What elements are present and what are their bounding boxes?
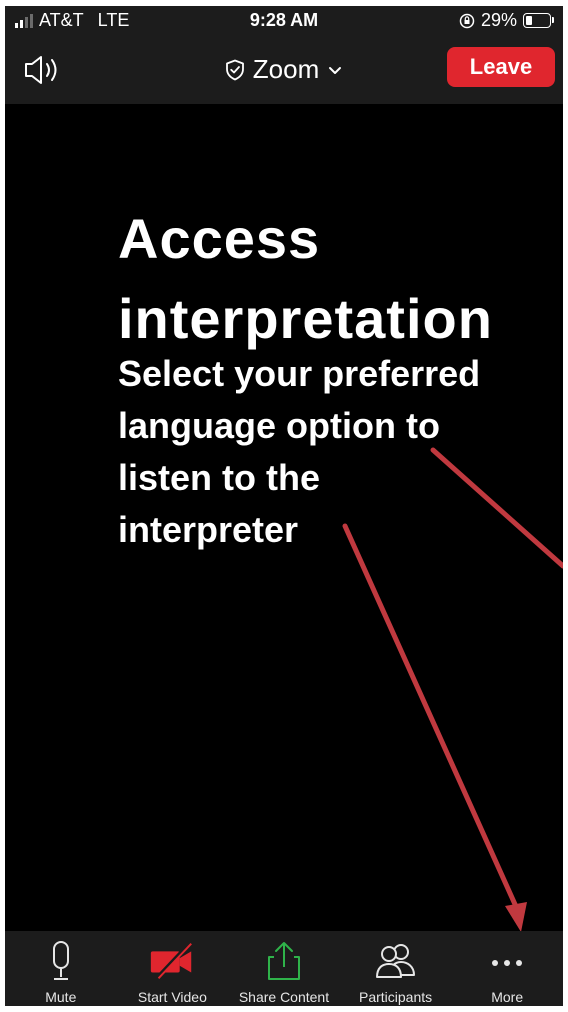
status-bar: AT&T LTE 9:28 AM 29% [5, 6, 563, 36]
video-area: Access interpretation Select your prefer… [5, 104, 563, 931]
instruction-subheading: Select your preferred language option to… [118, 348, 558, 556]
leave-button[interactable]: Leave [447, 47, 555, 87]
share-icon [259, 939, 309, 983]
mute-button[interactable]: Mute [5, 931, 117, 1006]
shield-check-icon [225, 59, 244, 80]
heading-line-1: Access [118, 207, 321, 270]
more-label: More [491, 989, 524, 1005]
battery-icon [523, 13, 554, 28]
zoom-meeting-screen: AT&T LTE 9:28 AM 29% Zoom Leave Access i… [5, 6, 563, 1006]
more-button[interactable]: More [451, 931, 563, 1006]
video-off-icon [147, 939, 197, 983]
microphone-icon [36, 939, 86, 983]
participants-button[interactable]: Participants [340, 931, 452, 1006]
status-right: 29% [459, 10, 554, 31]
start-video-button[interactable]: Start Video [117, 931, 229, 1006]
participants-icon [371, 939, 421, 983]
participants-label: Participants [359, 989, 433, 1005]
chevron-down-icon [329, 66, 342, 74]
subheading-line-1: Select your preferred [118, 353, 481, 394]
meeting-toolbar: Mute Start Video Share Content Participa… [5, 931, 563, 1006]
instruction-heading: Access interpretation [118, 199, 558, 359]
battery-percent: 29% [480, 10, 517, 30]
start-video-label: Start Video [137, 989, 207, 1005]
subheading-line-2: language option to [118, 405, 440, 446]
battery-fill [526, 16, 532, 25]
more-icon [482, 939, 532, 983]
subheading-line-3: listen to the [118, 457, 321, 498]
mute-label: Mute [45, 989, 77, 1005]
meeting-top-bar: Zoom Leave [5, 36, 563, 104]
subheading-line-4: interpreter [118, 509, 299, 550]
orientation-lock-icon [459, 13, 475, 28]
share-content-button[interactable]: Share Content [228, 931, 340, 1006]
heading-line-2: interpretation [118, 287, 493, 350]
share-content-label: Share Content [238, 989, 330, 1005]
meeting-title: Zoom [252, 54, 320, 84]
